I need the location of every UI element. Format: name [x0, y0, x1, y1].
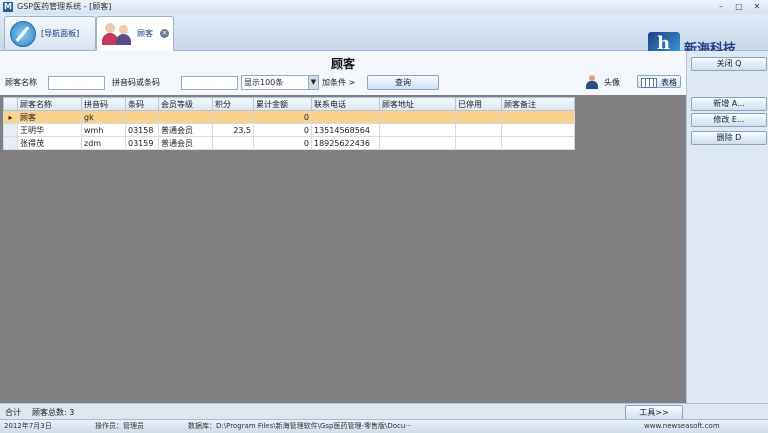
current-row-arrow-icon: ▸: [3, 110, 18, 124]
pinyin-barcode-input[interactable]: [181, 76, 238, 90]
cell-total[interactable]: 0: [253, 123, 312, 137]
tab-customers[interactable]: 顾客 ×: [96, 16, 174, 51]
customer-count: 顾客总数: 3: [32, 408, 75, 417]
cell-barcode[interactable]: 03159: [125, 136, 159, 150]
cell-level[interactable]: 普通会员: [158, 123, 213, 137]
page-title: 顾客: [330, 57, 355, 71]
column-header[interactable]: 会员等级: [158, 97, 213, 111]
cell-name[interactable]: 顾客: [17, 110, 82, 124]
avatar-icon[interactable]: [585, 75, 599, 89]
cell-note[interactable]: [501, 110, 575, 124]
add-condition-link[interactable]: 加条件 >: [322, 76, 355, 90]
cell-phone[interactable]: 13514568564: [311, 123, 380, 137]
add-button[interactable]: 新增 A...: [691, 97, 767, 111]
cell-name[interactable]: 王明华: [17, 123, 82, 137]
cell-disabled[interactable]: [455, 136, 502, 150]
tab-bar: [导航面板] 顾客 × 新海科技: [0, 14, 768, 58]
summary-bar: 合计 顾客总数: 3 工具>>: [0, 403, 768, 420]
row-indicator: [3, 136, 18, 150]
cell-pinyin[interactable]: wmh: [81, 123, 126, 137]
table-view-label: 表格: [661, 78, 677, 87]
title-bar: M GSP医药管理系统 - [顾客] – □ ✕: [0, 0, 768, 15]
table-header-row: 顾客名称 拼音码 条码 会员等级 积分 累计金额 联系电话 顾客地址 已停用 顾…: [3, 97, 575, 111]
cell-points[interactable]: [212, 136, 254, 150]
tab-navigation-panel[interactable]: [导航面板]: [4, 16, 96, 49]
edit-button[interactable]: 修改 E...: [691, 113, 767, 127]
pinyin-barcode-label: 拼音码或条码: [112, 78, 160, 87]
delete-button[interactable]: 删除 D: [691, 131, 767, 145]
display-count-value: 显示100条: [244, 78, 284, 87]
column-header[interactable]: 条码: [125, 97, 159, 111]
search-button[interactable]: 查询: [367, 75, 439, 90]
cell-name[interactable]: 张得茂: [17, 136, 82, 150]
cell-phone[interactable]: 18925622436: [311, 136, 380, 150]
total-label: 合计: [5, 408, 21, 417]
cell-note[interactable]: [501, 136, 575, 150]
column-header[interactable]: 联系电话: [311, 97, 380, 111]
column-header[interactable]: 积分: [212, 97, 254, 111]
tab-label: [导航面板]: [41, 29, 80, 38]
close-tab-icon[interactable]: ×: [160, 29, 169, 38]
chevron-down-icon: ▼: [308, 76, 318, 89]
status-database: 数据库：D:\Program Files\新海管理软件\Gsp医药管理-零售版\…: [188, 422, 412, 430]
cell-address[interactable]: [379, 136, 456, 150]
status-operator: 操作员：管理员: [95, 422, 144, 430]
status-bar: 2012年7月3日 操作员：管理员 数据库：D:\Program Files\新…: [0, 419, 768, 433]
cell-barcode[interactable]: 03158: [125, 123, 159, 137]
cell-pinyin[interactable]: gk: [81, 110, 126, 124]
main-content: 顾客 顾客名称 拼音码或条码 显示100条 ▼ 加条件 > 查询 头像 表格 顾…: [0, 51, 686, 403]
cell-total[interactable]: 0: [253, 110, 312, 124]
cell-pinyin[interactable]: zdm: [81, 136, 126, 150]
status-website[interactable]: www.newseasoft.com: [644, 420, 720, 433]
close-window-icon[interactable]: ✕: [750, 1, 764, 12]
action-panel: 关闭 Q 新增 A... 修改 E... 删除 D: [686, 51, 768, 403]
cell-level[interactable]: 普通会员: [158, 136, 213, 150]
cell-level[interactable]: [158, 110, 213, 124]
column-header[interactable]: 已停用: [455, 97, 502, 111]
column-header[interactable]: 顾客名称: [17, 97, 82, 111]
cell-disabled[interactable]: [455, 110, 502, 124]
maximize-icon[interactable]: □: [732, 1, 746, 12]
cell-note[interactable]: [501, 123, 575, 137]
app-icon: M: [3, 2, 13, 12]
avatar-label[interactable]: 头像: [604, 76, 620, 90]
cell-points[interactable]: 23.5: [212, 123, 254, 137]
cell-total[interactable]: 0: [253, 136, 312, 150]
cell-phone[interactable]: [311, 110, 380, 124]
row-indicator-header: [3, 97, 18, 111]
minimize-icon[interactable]: –: [714, 1, 728, 12]
row-indicator: [3, 123, 18, 137]
tools-button[interactable]: 工具>>: [625, 405, 683, 420]
cell-address[interactable]: [379, 110, 456, 124]
cell-points[interactable]: [212, 110, 254, 124]
compass-icon: [10, 21, 36, 47]
table-row[interactable]: ▸ 顾客 gk 0: [3, 110, 575, 124]
display-count-select[interactable]: 显示100条 ▼: [241, 75, 319, 90]
cell-barcode[interactable]: [125, 110, 159, 124]
close-button[interactable]: 关闭 Q: [691, 57, 767, 71]
customer-table: 顾客名称 拼音码 条码 会员等级 积分 累计金额 联系电话 顾客地址 已停用 顾…: [3, 97, 575, 150]
tab-label: 顾客: [137, 29, 153, 38]
column-header[interactable]: 累计金额: [253, 97, 312, 111]
customer-name-label: 顾客名称: [5, 78, 37, 87]
table-grid-icon: [641, 78, 657, 88]
column-header[interactable]: 拼音码: [81, 97, 126, 111]
customer-name-input[interactable]: [48, 76, 105, 90]
window-title: GSP医药管理系统 - [顾客]: [17, 2, 112, 11]
column-header[interactable]: 顾客地址: [379, 97, 456, 111]
column-header[interactable]: 顾客备注: [501, 97, 575, 111]
status-date: 2012年7月3日: [4, 422, 52, 430]
table-view-button[interactable]: 表格: [637, 75, 681, 88]
table-row[interactable]: 王明华 wmh 03158 普通会员 23.5 0 13514568564: [3, 123, 575, 137]
cell-address[interactable]: [379, 123, 456, 137]
table-row[interactable]: 张得茂 zdm 03159 普通会员 0 18925622436: [3, 136, 575, 150]
customers-icon: [101, 21, 135, 45]
cell-disabled[interactable]: [455, 123, 502, 137]
